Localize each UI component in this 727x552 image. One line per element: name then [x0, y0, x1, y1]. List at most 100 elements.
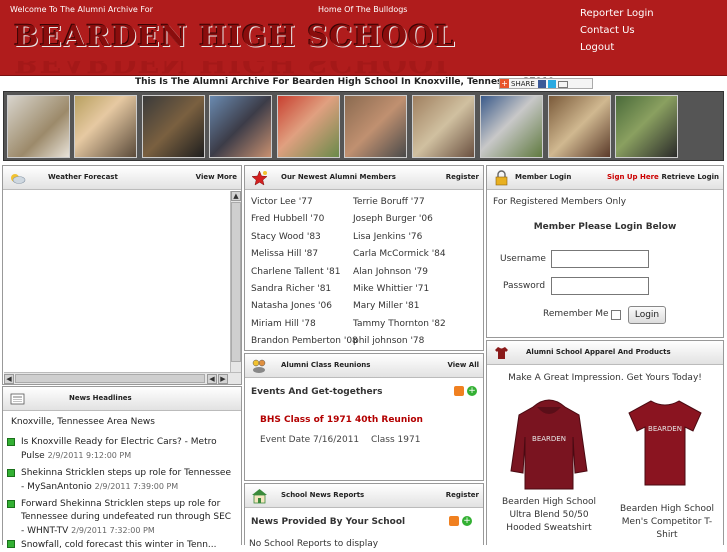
- member-name[interactable]: Terrie Boruff '77: [353, 197, 425, 207]
- event-title[interactable]: BHS Class of 1971 40th Reunion: [260, 415, 423, 425]
- alumni-photo[interactable]: [7, 95, 70, 158]
- member-name[interactable]: Brandon Pemberton '08: [251, 336, 358, 346]
- logout-link[interactable]: Logout: [580, 40, 654, 57]
- weather-horizontal-scrollbar[interactable]: ◀ ◀ ▶: [4, 372, 241, 384]
- member-name[interactable]: Mary Miller '81: [353, 301, 419, 311]
- member-name[interactable]: Sandra Richer '81: [251, 284, 331, 294]
- view-more-link[interactable]: View More: [196, 173, 237, 181]
- alumni-photo[interactable]: [548, 95, 611, 158]
- events-heading: Events And Get-togethers: [251, 387, 383, 397]
- login-panel: Member Login Sign Up Here Retrieve Login…: [486, 165, 724, 338]
- photo-strip: [3, 91, 724, 161]
- scroll-left-icon[interactable]: ◀: [4, 374, 14, 384]
- tshirt-icon: [495, 347, 508, 359]
- member-name[interactable]: Tammy Thornton '82: [353, 319, 446, 329]
- no-reports-text: No School Reports to display: [249, 539, 379, 549]
- member-name[interactable]: Alan Johnson '79: [353, 267, 428, 277]
- member-name[interactable]: Lisa Jenkins '76: [353, 232, 422, 242]
- cloud-icon: [11, 174, 26, 184]
- welcome-text: Welcome To The Alumni Archive For: [10, 5, 153, 14]
- share-button[interactable]: + SHARE: [499, 78, 593, 89]
- header-links: Reporter Login Contact Us Logout: [580, 6, 654, 57]
- username-input[interactable]: [551, 250, 649, 268]
- sign-up-link[interactable]: Sign Up Here: [607, 173, 659, 181]
- member-name[interactable]: Victor Lee '77: [251, 197, 313, 207]
- password-input[interactable]: [551, 277, 649, 295]
- product-name[interactable]: Bearden High School Ultra Blend 50/50 Ho…: [491, 496, 607, 535]
- member-name[interactable]: phil johnson '78: [353, 336, 424, 346]
- plus-icon: +: [500, 79, 509, 88]
- alumni-photo[interactable]: [480, 95, 543, 158]
- alumni-photo[interactable]: [74, 95, 137, 158]
- bullet-icon: [7, 500, 15, 508]
- news-header: News Headlines: [3, 387, 241, 411]
- reunions-title: Alumni Class Reunions: [281, 361, 371, 369]
- retrieve-login-link[interactable]: Retrieve Login: [662, 173, 720, 181]
- scroll-right-icon[interactable]: ▶: [218, 374, 228, 384]
- members-panel: Our Newest Alumni Members Register Victo…: [244, 165, 484, 351]
- school-news-heading: News Provided By Your School: [251, 517, 406, 527]
- member-name[interactable]: Carla McCormick '84: [353, 249, 446, 259]
- news-item[interactable]: Forward Shekinna Stricklen steps up role…: [7, 498, 235, 538]
- reunions-header: Alumni Class Reunions View All: [245, 354, 483, 378]
- member-name[interactable]: Miriam Hill '78: [251, 319, 316, 329]
- alumni-photo[interactable]: [142, 95, 205, 158]
- news-item[interactable]: Shekinna Stricklen steps up role for Ten…: [7, 467, 235, 494]
- alumni-photo[interactable]: [615, 95, 678, 158]
- lock-icon: [495, 170, 508, 186]
- add-icon[interactable]: +: [462, 516, 472, 526]
- rss-icon[interactable]: [449, 516, 459, 526]
- tagline-bar: This Is The Alumni Archive For Bearden H…: [0, 76, 727, 91]
- scroll-thumb[interactable]: [15, 374, 205, 383]
- tshirt-image[interactable]: BEARDEN: [625, 397, 705, 487]
- login-title: Member Login: [515, 173, 572, 181]
- apparel-title: Alumni School Apparel And Products: [526, 348, 671, 356]
- members-title: Our Newest Alumni Members: [281, 173, 396, 181]
- weather-title: Weather Forecast: [48, 173, 118, 181]
- rss-icon[interactable]: [454, 386, 464, 396]
- hoodie-print: BEARDEN: [532, 435, 566, 443]
- reunions-panel: Alumni Class Reunions View All Events An…: [244, 353, 484, 481]
- news-item-title[interactable]: Snowfall, cold forecast this winter in T…: [21, 540, 217, 550]
- news-item[interactable]: Is Knoxville Ready for Electric Cars? - …: [7, 436, 235, 463]
- bullet-icon: [7, 438, 15, 446]
- reporter-login-link[interactable]: Reporter Login: [580, 6, 654, 23]
- member-name[interactable]: Mike Whittier '71: [353, 284, 429, 294]
- login-button[interactable]: Login: [628, 306, 666, 324]
- scroll-left-icon[interactable]: ◀: [207, 374, 217, 384]
- contact-us-link[interactable]: Contact Us: [580, 23, 654, 40]
- remember-me-checkbox[interactable]: [611, 310, 621, 320]
- member-name[interactable]: Melissa Hill '87: [251, 249, 318, 259]
- news-item[interactable]: Snowfall, cold forecast this winter in T…: [7, 538, 235, 552]
- product-name[interactable]: Bearden High School Men's Competitor T-S…: [613, 503, 721, 542]
- alumni-photo[interactable]: [277, 95, 340, 158]
- member-name[interactable]: Fred Hubbell '70: [251, 214, 324, 224]
- weather-header: Weather Forecast View More: [3, 166, 241, 190]
- password-label: Password: [503, 281, 546, 291]
- tshirt-print: BEARDEN: [648, 425, 682, 433]
- hoodie-image[interactable]: BEARDEN: [509, 393, 589, 493]
- view-all-link[interactable]: View All: [447, 361, 479, 369]
- member-name[interactable]: Joseph Burger '06: [353, 214, 433, 224]
- news-title: News Headlines: [69, 394, 132, 402]
- register-link[interactable]: Register: [446, 491, 479, 499]
- alumni-photo[interactable]: [344, 95, 407, 158]
- scroll-up-icon[interactable]: ▲: [231, 191, 241, 201]
- remember-me-label: Remember Me: [543, 309, 609, 319]
- register-link[interactable]: Register: [446, 173, 479, 181]
- login-prompt: Member Please Login Below: [533, 222, 677, 232]
- username-label: Username: [500, 254, 546, 264]
- member-name[interactable]: Charlene Tallent '81: [251, 267, 340, 277]
- add-icon[interactable]: +: [467, 386, 477, 396]
- member-name[interactable]: Stacy Wood '83: [251, 232, 321, 242]
- member-name[interactable]: Natasha Jones '06: [251, 301, 332, 311]
- home-of-text: Home Of The Bulldogs: [318, 5, 408, 14]
- school-name-logo: BEARDEN HIGH SCHOOL: [14, 19, 456, 53]
- bullet-icon: [7, 540, 15, 548]
- weather-vertical-scrollbar[interactable]: ▲: [230, 191, 241, 372]
- scroll-thumb[interactable]: [231, 202, 241, 362]
- twitter-icon: [547, 80, 556, 88]
- school-news-panel: School News Reports Register News Provid…: [244, 483, 484, 549]
- alumni-photo[interactable]: [209, 95, 272, 158]
- alumni-photo[interactable]: [412, 95, 475, 158]
